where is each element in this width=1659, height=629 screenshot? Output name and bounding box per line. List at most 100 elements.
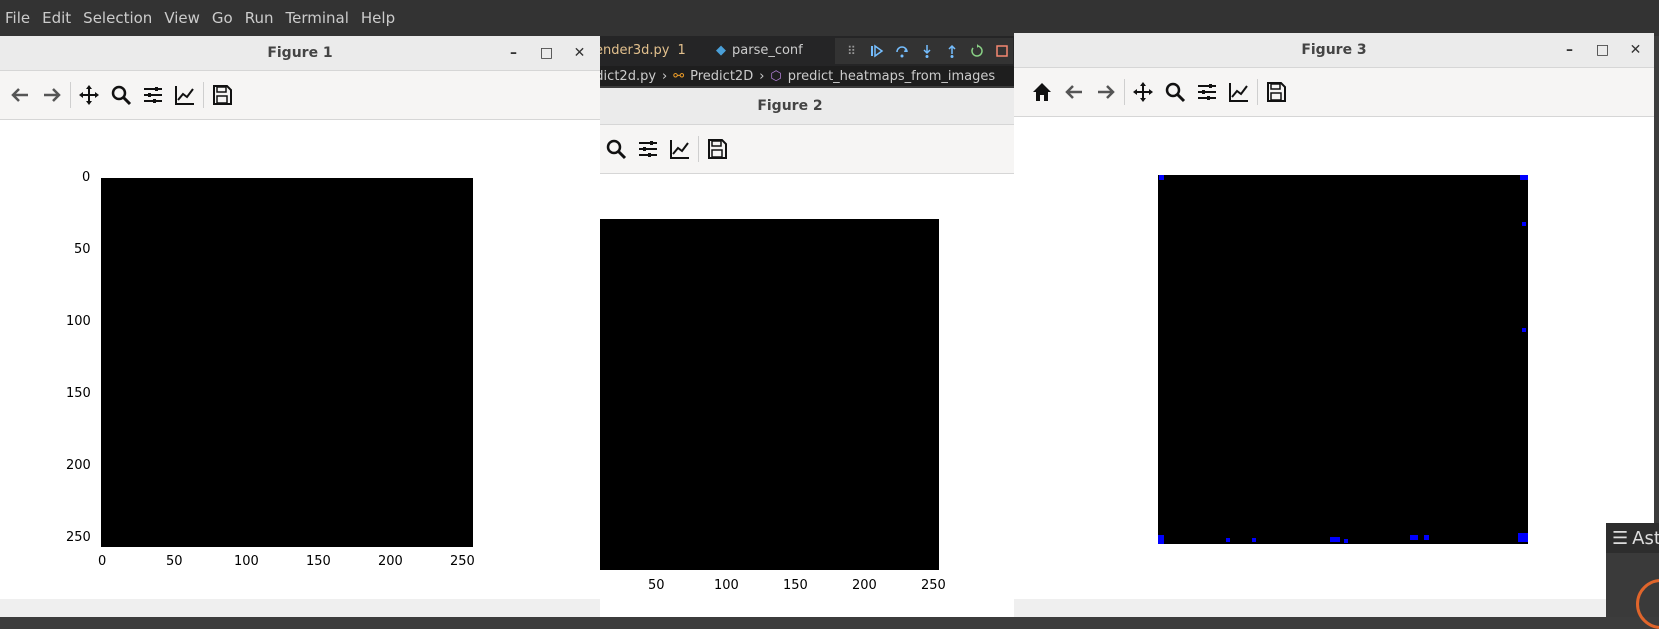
save-icon[interactable] (1260, 76, 1292, 108)
heatmap-point (1522, 222, 1526, 226)
figure-3-titlebar[interactable]: Figure 3 – □ ✕ (1014, 33, 1654, 68)
figure-1-axes: 0 50 100 150 200 250 0 50 100 150 200 25… (0, 120, 600, 617)
figure-1-window: Figure 1 – □ ✕ 0 50 100 150 200 250 0 50… (0, 36, 600, 617)
toolbar-separator (698, 136, 699, 162)
ytick-label: 50 (74, 242, 91, 257)
xtick-label: 50 (166, 554, 183, 569)
menu-edit[interactable]: Edit (36, 9, 77, 27)
close-icon[interactable]: ✕ (563, 45, 596, 61)
xtick-label: 150 (306, 554, 331, 569)
heatmap-point (1520, 175, 1528, 180)
debug-toolbar: ⠿ (835, 38, 1013, 64)
configure-subplots-icon[interactable] (632, 133, 664, 165)
save-icon[interactable] (701, 133, 733, 165)
python-file-icon: ◆ (716, 42, 726, 58)
method-icon: ⬡ (770, 68, 782, 84)
figure-1-titlebar[interactable]: Figure 1 – □ ✕ (0, 36, 600, 71)
menu-terminal[interactable]: Terminal (280, 9, 355, 27)
heatmap-point (1159, 175, 1164, 180)
class-icon: ⚯ (673, 68, 685, 84)
heatmap-point (1522, 328, 1526, 332)
minimize-icon[interactable]: – (1553, 42, 1586, 58)
heatmap-point (1344, 539, 1348, 543)
figure-3-toolbar (1014, 68, 1654, 117)
maximize-icon[interactable]: □ (1586, 42, 1619, 58)
hamburger-icon[interactable]: ☰ (1612, 528, 1628, 549)
xtick-label: 100 (714, 578, 739, 593)
menu-help[interactable]: Help (355, 9, 401, 27)
pan-icon[interactable] (1127, 76, 1159, 108)
menu-selection[interactable]: Selection (77, 9, 158, 27)
tab-label: render3d.py (590, 42, 670, 58)
step-into-icon[interactable] (916, 40, 937, 62)
maximize-icon[interactable]: □ (530, 45, 563, 61)
figure-3-axes (1014, 117, 1654, 617)
heatmap-point (1518, 533, 1528, 542)
close-icon[interactable]: ✕ (1619, 42, 1652, 58)
app-logo-icon (1636, 579, 1659, 629)
window-title: Ast (1632, 527, 1659, 549)
heatmap-point (1424, 535, 1429, 540)
stop-icon[interactable] (992, 40, 1013, 62)
background-window-titlebar[interactable]: ☰ Ast (1606, 523, 1659, 553)
tab-parse-conf[interactable]: ◆ parse_conf (716, 36, 803, 64)
ytick-label: 150 (66, 386, 91, 401)
xtick-label: 200 (378, 554, 403, 569)
zoom-icon[interactable] (105, 79, 137, 111)
edit-axis-icon[interactable] (169, 79, 201, 111)
figure-2-image[interactable] (588, 219, 939, 570)
xtick-label: 250 (450, 554, 475, 569)
window-title: Figure 2 (757, 98, 823, 114)
heatmap-point (1252, 538, 1256, 542)
window-title: Figure 1 (267, 45, 333, 61)
xtick-label: 0 (98, 554, 107, 569)
breadcrumb: predict2d.py › ⚯ Predict2D › ⬡ predict_h… (566, 66, 1014, 86)
restart-icon[interactable] (967, 40, 988, 62)
toolbar-separator (1257, 79, 1258, 105)
save-icon[interactable] (206, 79, 238, 111)
edit-axis-icon[interactable] (664, 133, 696, 165)
figure-1-image[interactable] (101, 178, 473, 547)
heatmap-point (1410, 535, 1418, 540)
configure-subplots-icon[interactable] (137, 79, 169, 111)
pan-icon[interactable] (73, 79, 105, 111)
xtick-label: 100 (234, 554, 259, 569)
menu-file[interactable]: File (0, 9, 36, 27)
drag-handle-icon[interactable]: ⠿ (841, 40, 862, 62)
figure-3-image[interactable] (1158, 175, 1528, 544)
zoom-icon[interactable] (1159, 76, 1191, 108)
breadcrumb-method[interactable]: predict_heatmaps_from_images (788, 69, 995, 84)
breadcrumb-class[interactable]: Predict2D (690, 69, 753, 84)
back-icon[interactable] (4, 79, 36, 111)
background-window: ☰ Ast (1606, 523, 1659, 629)
menu-bar: File Edit Selection View Go Run Terminal… (0, 0, 1659, 36)
xtick-label: 200 (852, 578, 877, 593)
figure-2-titlebar[interactable]: Figure 2 (566, 88, 1014, 125)
menu-run[interactable]: Run (239, 9, 280, 27)
forward-icon[interactable] (36, 79, 68, 111)
toolbar-separator (1124, 79, 1125, 105)
edit-axis-icon[interactable] (1223, 76, 1255, 108)
configure-subplots-icon[interactable] (1191, 76, 1223, 108)
tab-label: parse_conf (732, 42, 803, 58)
step-over-icon[interactable] (891, 40, 912, 62)
figure-1-toolbar (0, 71, 600, 120)
ytick-label: 0 (82, 170, 91, 185)
toolbar-separator (70, 82, 71, 108)
figure-1-statusbar (0, 599, 600, 617)
figure-2-axes: 0 50 00 50 00 50 0 50 100 150 200 250 (566, 174, 1014, 617)
toolbar-separator (203, 82, 204, 108)
minimize-icon[interactable]: – (497, 45, 530, 61)
back-icon[interactable] (1058, 76, 1090, 108)
figure-3-statusbar (1014, 599, 1654, 617)
menu-go[interactable]: Go (206, 9, 239, 27)
tab-problem-badge: 1 (677, 42, 686, 58)
chevron-right-icon: › (662, 68, 668, 84)
zoom-icon[interactable] (600, 133, 632, 165)
menu-view[interactable]: View (158, 9, 206, 27)
continue-icon[interactable] (866, 40, 887, 62)
step-out-icon[interactable] (942, 40, 963, 62)
forward-icon[interactable] (1090, 76, 1122, 108)
xtick-label: 50 (648, 578, 665, 593)
home-icon[interactable] (1026, 76, 1058, 108)
